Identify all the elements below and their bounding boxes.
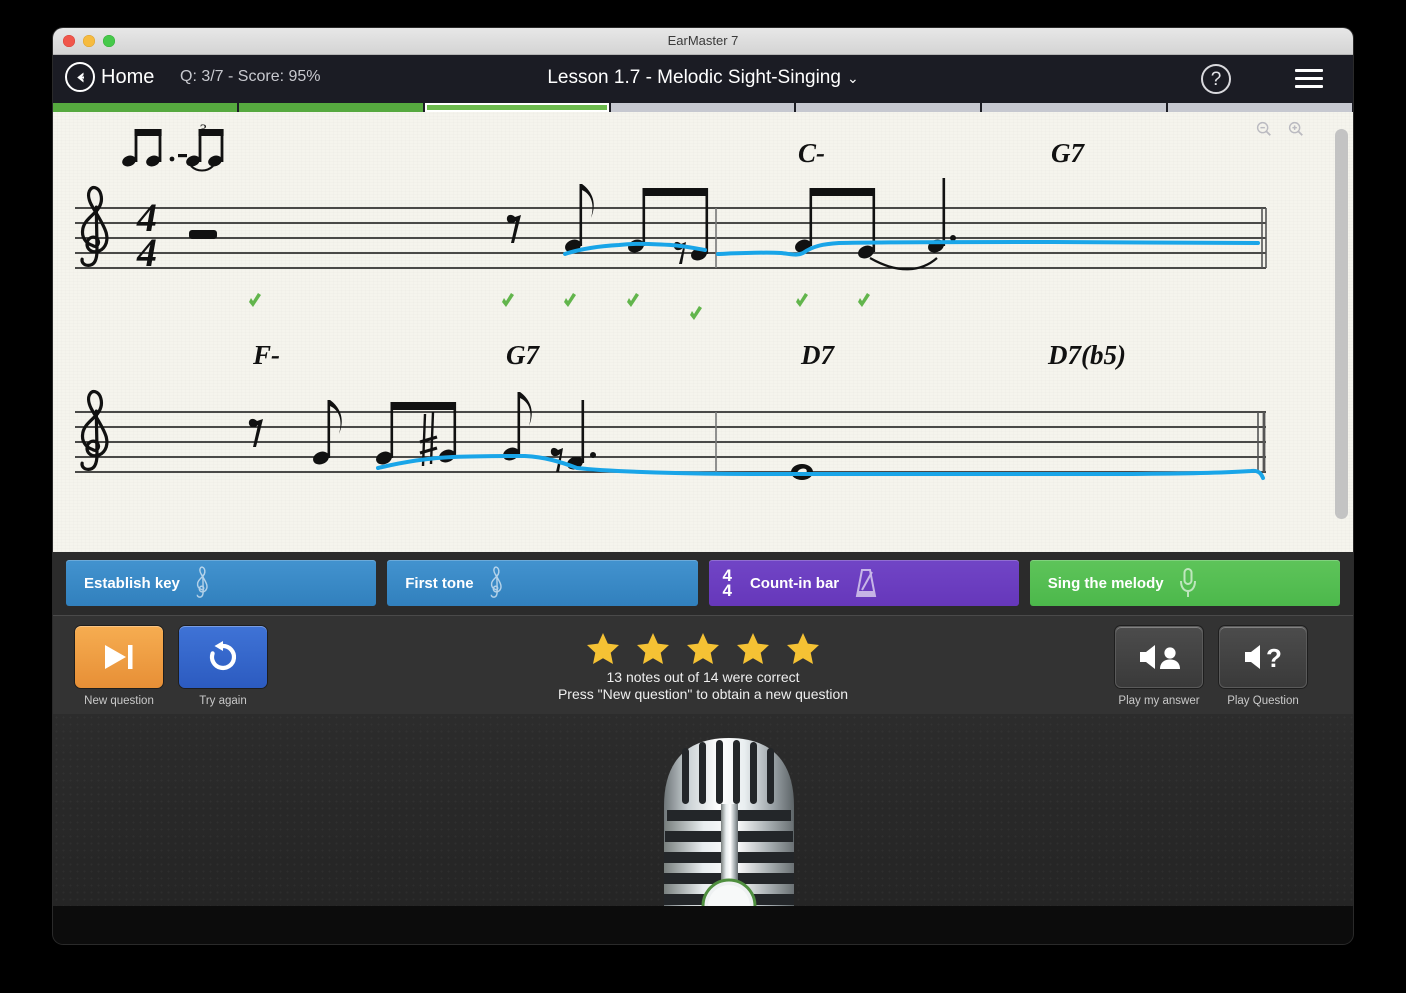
home-label: Home <box>101 65 155 88</box>
chord-symbol: G7 <box>1051 138 1085 168</box>
metronome-icon <box>853 568 879 598</box>
eighth-rest <box>506 214 521 243</box>
staff-2: F- G7 D7 D7(b5) <box>75 340 1266 480</box>
eighth-rest <box>248 418 263 447</box>
swing-rhythm-hint: 3 <box>122 122 224 172</box>
first-tone-button[interactable]: First tone <box>387 560 698 606</box>
music-notation: 3 <box>75 122 1267 480</box>
chord-symbols-staff-2: F- G7 D7 D7(b5) <box>252 340 1126 370</box>
establish-key-button[interactable]: Establish key <box>66 560 377 606</box>
svg-text:4: 4 <box>136 230 157 275</box>
application-window: EarMaster 7 Home Q: 3/7 - Score: 95% Les… <box>53 28 1353 944</box>
play-question-caption: Play Question <box>1227 695 1299 707</box>
home-button[interactable]: Home <box>65 62 154 92</box>
progress-segment <box>610 103 795 112</box>
star-icon <box>587 633 619 664</box>
chord-symbols-staff-1: C- G7 <box>798 138 1085 168</box>
half-rest <box>189 230 217 239</box>
sing-the-melody-label: Sing the melody <box>1047 574 1164 592</box>
chord-symbol: C- <box>798 138 825 168</box>
correct-mark <box>796 293 808 307</box>
question-score-status: Q: 3/7 - Score: 95% <box>180 68 321 85</box>
play-question-button[interactable]: ? Play Question <box>1219 626 1307 707</box>
scrollbar-thumb[interactable] <box>1335 129 1348 519</box>
play-my-answer-caption: Play my answer <box>1118 695 1200 707</box>
progress-segment <box>53 103 237 112</box>
svg-text:?: ? <box>1266 643 1282 672</box>
chord-symbol: F- <box>252 340 280 370</box>
star-icon <box>637 633 669 664</box>
chord-symbol: G7 <box>506 340 540 370</box>
count-in-bar-label: Count-in bar <box>749 574 840 592</box>
note-group-1 <box>563 184 594 255</box>
back-arrow-icon <box>65 62 95 92</box>
microphone-icon <box>1178 567 1198 599</box>
chord-symbol: D7(b5) <box>1047 340 1126 370</box>
progress-segment <box>982 103 1167 112</box>
window-titlebar: EarMaster 7 <box>53 28 1353 55</box>
progress-segment <box>1168 103 1353 112</box>
sing-the-melody-button[interactable]: Sing the melody <box>1029 560 1340 606</box>
minimize-button[interactable] <box>83 35 95 47</box>
lesson-title-text[interactable]: Lesson 1.7 - Melodic Sight-Singing <box>547 67 841 88</box>
app-header: Home Q: 3/7 - Score: 95% Lesson 1.7 - Me… <box>53 55 1353 103</box>
correct-mark <box>627 293 639 307</box>
speaker-question-icon: ? <box>1219 626 1307 688</box>
speaker-person-icon <box>1115 626 1203 688</box>
correct-mark <box>564 293 576 307</box>
first-tone-label: First tone <box>405 574 474 592</box>
star-icon <box>687 633 719 664</box>
zoom-out-icon[interactable] <box>1255 120 1273 138</box>
staff-1: 4 4 C- G7 <box>75 138 1267 320</box>
time-signature-bottom: 4 <box>722 581 732 600</box>
result-marks-staff-1 <box>249 293 870 320</box>
establish-key-label: Establish key <box>84 574 180 592</box>
zoom-button[interactable] <box>103 35 115 47</box>
microphone-panel <box>53 714 1353 944</box>
treble-clef-icon <box>488 566 504 600</box>
time-signature-display: 4 4 <box>722 567 732 600</box>
correct-mark <box>690 306 702 320</box>
play-my-answer-button[interactable]: Play my answer <box>1115 626 1203 707</box>
count-in-bar-button[interactable]: 4 4 Count-in bar <box>708 560 1019 606</box>
correct-mark <box>249 293 261 307</box>
chevron-down-icon[interactable]: ⌄ <box>847 70 859 86</box>
progress-segment <box>424 103 609 112</box>
correct-mark <box>858 293 870 307</box>
vintage-microphone-icon <box>53 738 1353 944</box>
progress-segment <box>238 103 423 112</box>
close-button[interactable] <box>63 35 75 47</box>
window-controls <box>63 35 115 47</box>
help-icon[interactable]: ? <box>1201 64 1231 94</box>
chord-symbol: D7 <box>800 340 835 370</box>
app-root: EarMaster 7 Home Q: 3/7 - Score: 95% Les… <box>0 0 1406 993</box>
score-scrollbar[interactable] <box>1335 117 1348 547</box>
hamburger-menu-icon[interactable] <box>1295 69 1323 89</box>
treble-clef-icon <box>194 566 210 600</box>
window-title: EarMaster 7 <box>667 33 739 48</box>
correct-mark <box>502 293 514 307</box>
progress-segment <box>796 103 981 112</box>
time-signature: 4 4 <box>136 195 157 275</box>
star-icon <box>787 633 819 664</box>
playback-tools-row: Establish key First tone 4 4 Count-in ba… <box>53 552 1353 615</box>
star-icon <box>737 633 769 664</box>
question-progress-bar <box>53 103 1353 112</box>
zoom-in-icon[interactable] <box>1287 120 1305 138</box>
score-zoom-controls <box>1255 120 1305 138</box>
score-view[interactable]: 3 <box>53 112 1353 552</box>
feedback-bar: New question Try again 13 notes out of 1… <box>53 615 1353 714</box>
